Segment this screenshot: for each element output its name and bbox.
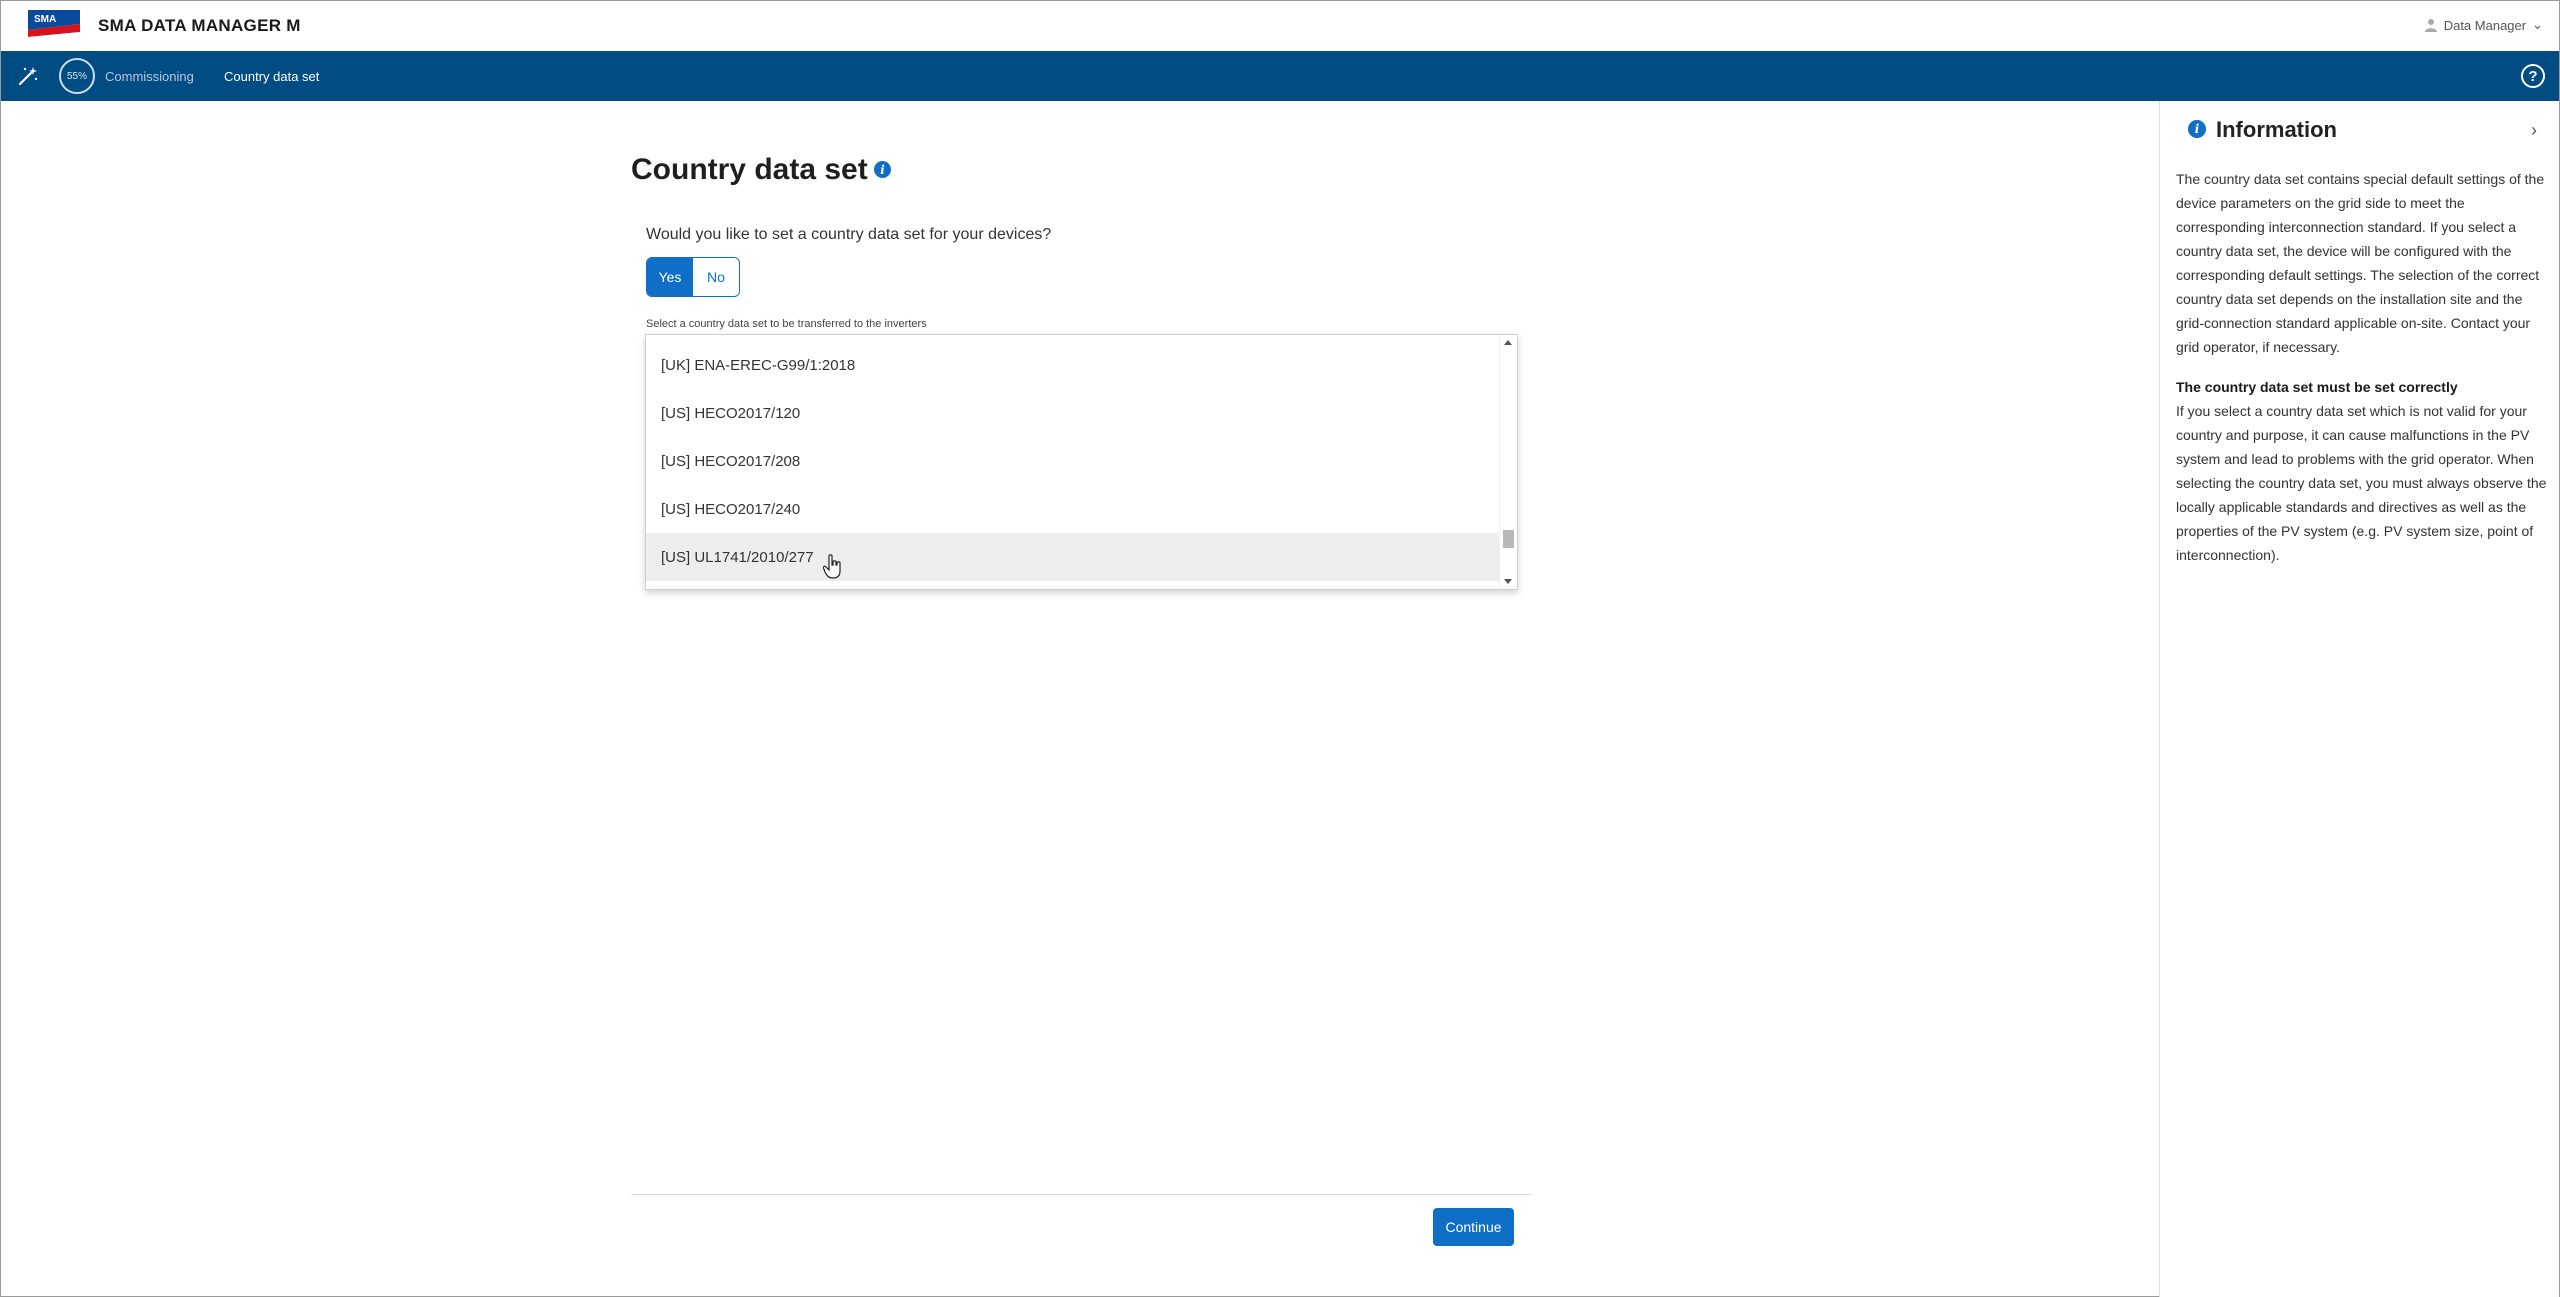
info-icon: i (2188, 120, 2206, 138)
list-scrollbar[interactable] (1499, 335, 1517, 589)
scroll-thumb[interactable] (1503, 530, 1514, 548)
list-item[interactable]: [UK] ENA-EREC-G99/1:2018 (646, 341, 1500, 389)
panel-title: Information (2216, 117, 2337, 142)
scroll-down-arrow-icon[interactable] (1504, 579, 1512, 584)
help-icon[interactable]: ? (2521, 64, 2545, 88)
scroll-up-arrow-icon[interactable] (1504, 340, 1512, 345)
breadcrumb-current: Country data set (224, 69, 320, 84)
information-panel: i Information › The country data set con… (2159, 101, 2559, 1297)
page-title: Country data set (631, 153, 868, 186)
magic-wand-icon[interactable] (17, 65, 39, 87)
info-paragraph-1: The country data set contains special de… (2176, 171, 2545, 355)
chevron-right-icon[interactable]: › (2531, 120, 2537, 141)
list-item[interactable]: [US] HECO2017/120 (646, 389, 1500, 437)
no-button[interactable]: No (693, 258, 739, 296)
yes-no-toggle: Yes No (646, 257, 740, 297)
logo-text: SMA (34, 14, 56, 25)
app-window: SMA SMA DATA MANAGER M Data Manager ⌄ 55… (0, 0, 2560, 1297)
hand-cursor-icon (823, 554, 841, 579)
info-heading-2: The country data set must be set correct… (2176, 379, 2458, 395)
breadcrumb-commissioning[interactable]: Commissioning (105, 69, 194, 84)
app-title: SMA DATA MANAGER M (98, 16, 301, 35)
info-icon[interactable]: i (874, 161, 891, 178)
select-label: Select a country data set to be transfer… (646, 318, 927, 330)
country-question: Would you like to set a country data set… (646, 226, 1052, 243)
chevron-down-icon: ⌄ (2532, 17, 2543, 32)
continue-button[interactable]: Continue (1433, 1208, 1514, 1246)
progress-indicator: 55% (59, 58, 95, 94)
yes-button[interactable]: Yes (647, 258, 693, 296)
list-item-hovered[interactable]: [US] UL1741/2010/277 (646, 533, 1500, 581)
country-dataset-dropdown-list[interactable]: [UK] ENA-EREC-G99/1:2018 [US] HECO2017/1… (645, 334, 1518, 590)
top-header: SMA SMA DATA MANAGER M Data Manager ⌄ (1, 1, 2559, 51)
navigation-bar: 55% Commissioning Country data set ? (1, 51, 2559, 101)
list-item[interactable]: [US] HECO2017/240 (646, 485, 1500, 533)
user-label: Data Manager (2443, 17, 2527, 33)
user-menu[interactable]: Data Manager ⌄ (2424, 17, 2543, 33)
footer-divider (631, 1194, 1531, 1195)
info-paragraph-2: If you select a country data set which i… (2176, 403, 2547, 563)
sma-logo[interactable]: SMA (28, 10, 80, 43)
list-item[interactable]: [US] HECO2017/208 (646, 437, 1500, 485)
user-icon (2424, 19, 2437, 32)
